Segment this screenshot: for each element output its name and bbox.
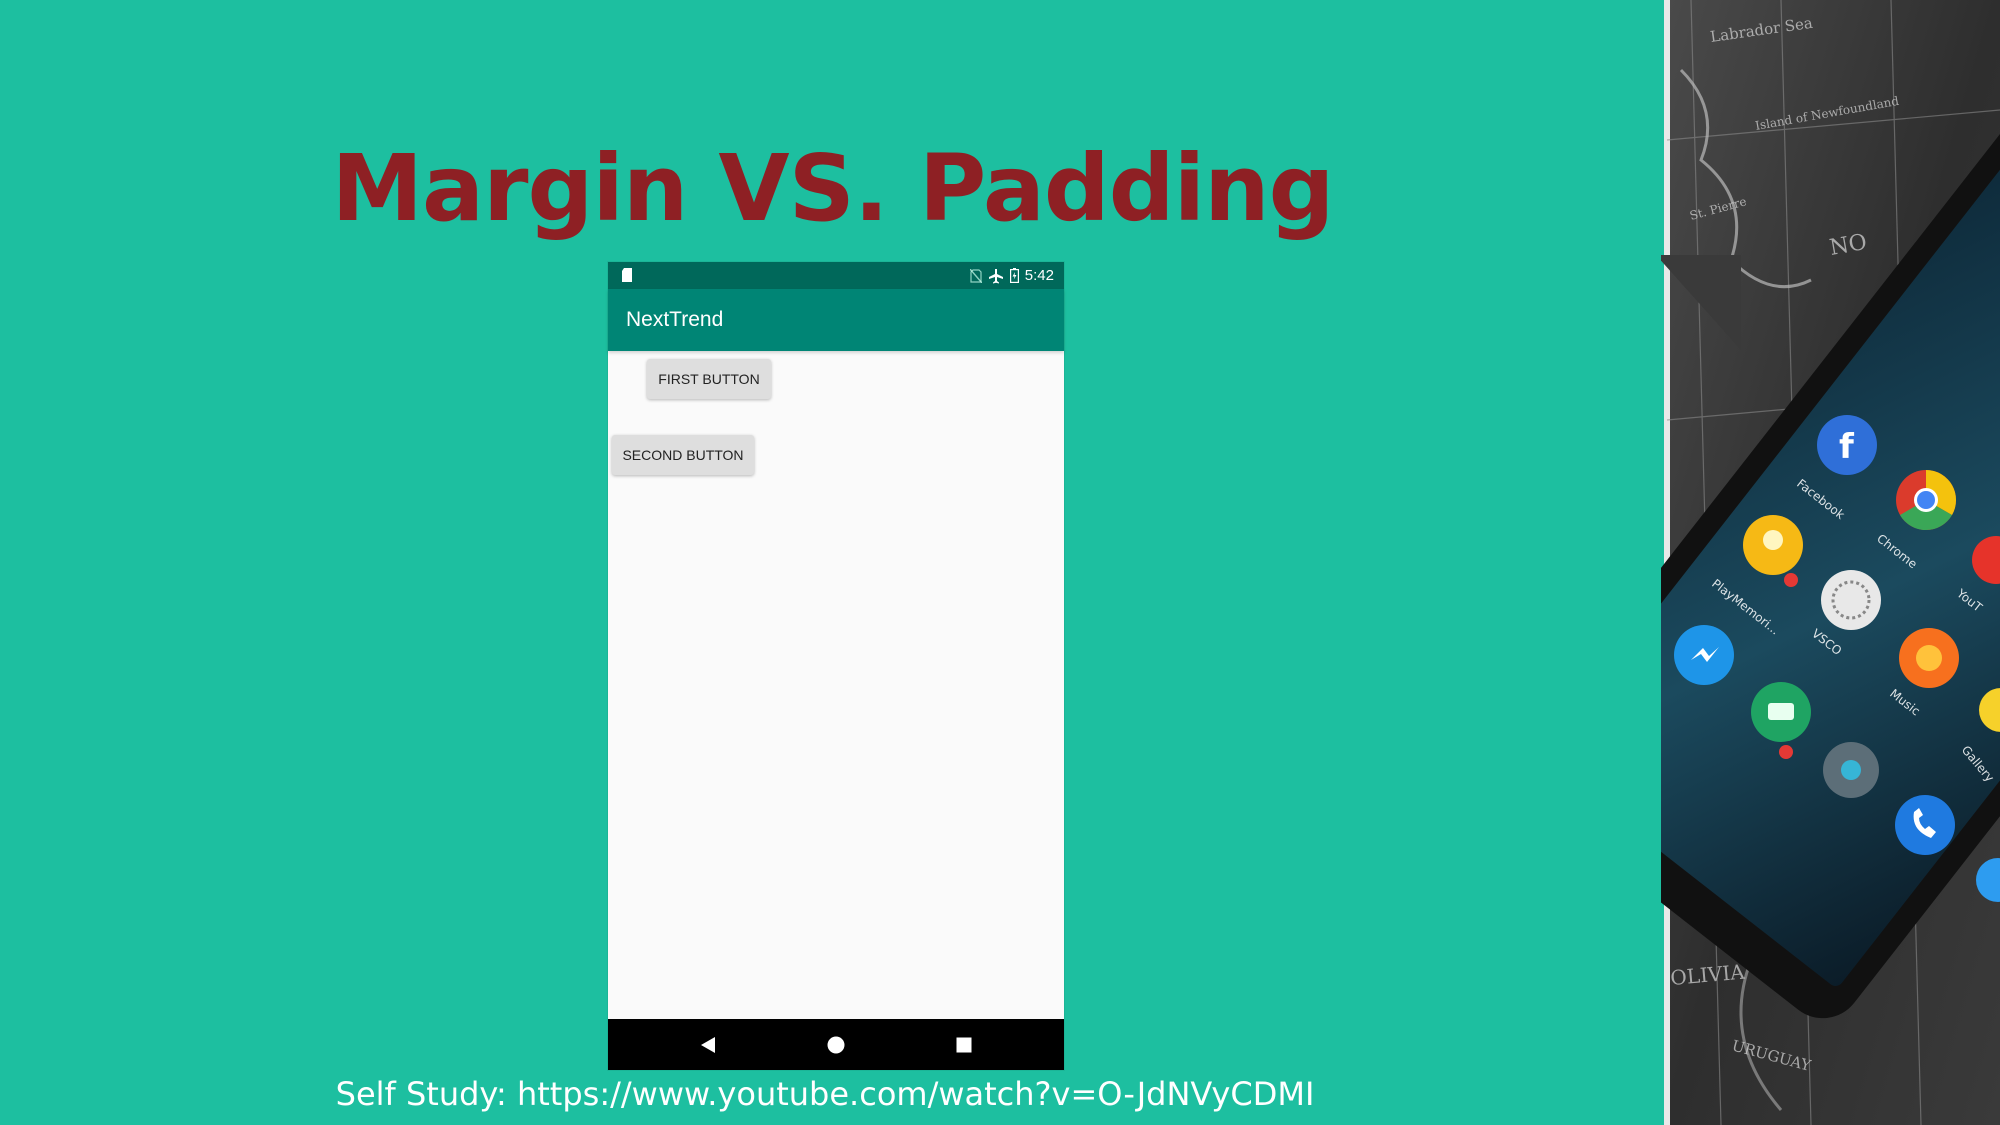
status-bar: 5:42 xyxy=(608,262,1064,289)
slide-title: Margin VS. Padding xyxy=(331,135,1335,242)
svg-text:f: f xyxy=(1839,427,1855,467)
app-content: FIRST BUTTON SECOND BUTTON xyxy=(608,351,1064,1019)
home-button[interactable] xyxy=(806,1019,866,1070)
self-study-link[interactable]: Self Study: https://www.youtube.com/watc… xyxy=(0,1075,1650,1113)
no-sim-icon xyxy=(969,268,982,283)
sd-card-icon xyxy=(622,268,632,282)
battery-icon xyxy=(1009,268,1019,283)
status-time: 5:42 xyxy=(1024,267,1054,284)
back-icon xyxy=(701,1036,715,1053)
app-bar: NextTrend xyxy=(608,289,1064,351)
airplane-icon xyxy=(988,268,1003,283)
phone-screenshot: 5:42 NextTrend FIRST BUTTON SECOND BUTTO… xyxy=(608,262,1064,1070)
second-button[interactable]: SECOND BUTTON xyxy=(612,435,754,475)
slide: Margin VS. Padding 5:42 NextTrend FIRST … xyxy=(0,0,2000,1125)
vsco-app-icon xyxy=(1821,570,1881,630)
recents-button[interactable] xyxy=(934,1019,994,1070)
home-icon xyxy=(827,1036,845,1053)
first-button[interactable]: FIRST BUTTON xyxy=(647,359,771,399)
recents-icon xyxy=(956,1037,972,1052)
app-title: NextTrend xyxy=(626,308,724,331)
back-button[interactable] xyxy=(678,1019,738,1070)
decorative-phone-map-image: Labrador Sea Island of Newfoundland St. … xyxy=(1661,0,2000,1125)
phone-app-icon xyxy=(1895,795,1955,855)
navigation-bar xyxy=(608,1019,1064,1070)
